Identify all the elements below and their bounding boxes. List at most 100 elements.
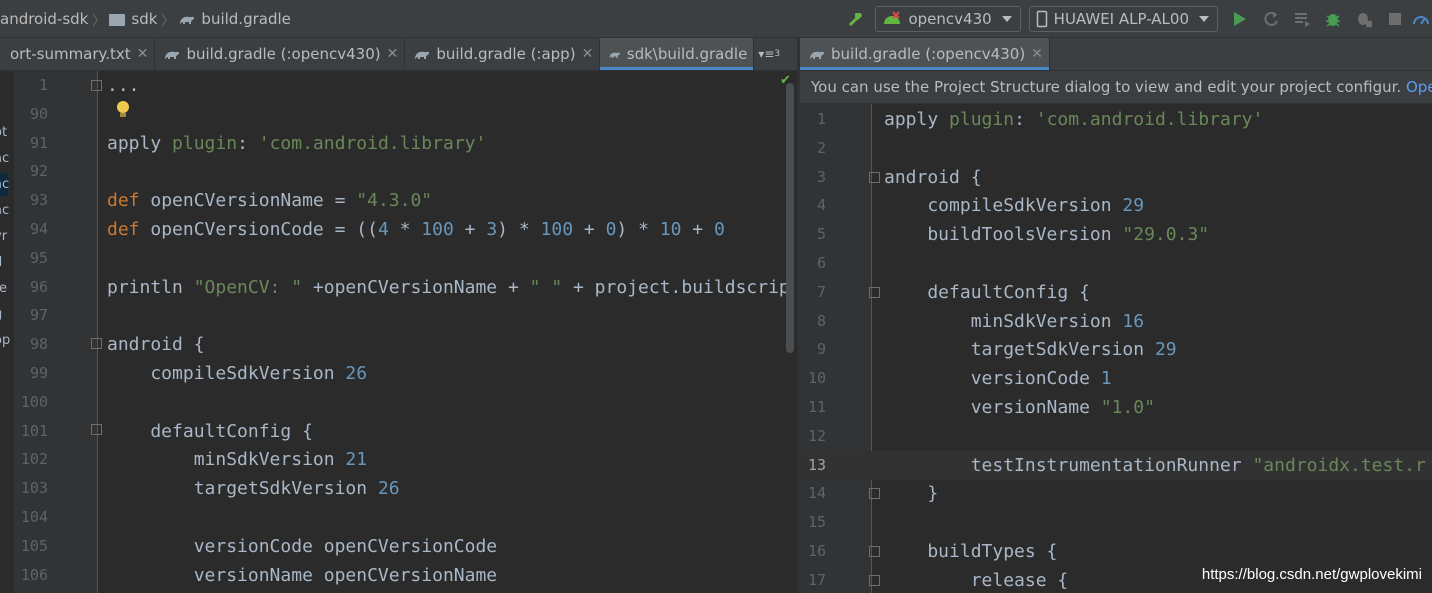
line-number: 2 — [816, 138, 826, 157]
fold-icon[interactable] — [91, 338, 102, 349]
tab-build-gradle-opencv-right[interactable]: build.gradle (:opencv430) ✕ — [800, 38, 1050, 70]
code-line[interactable]: 94 def openCVersionCode = ((4 * 100 + 3) … — [0, 215, 797, 244]
code-line[interactable]: 9 targetSdkVersion 29 — [800, 335, 1432, 364]
editor-right[interactable]: You can use the Project Structure dialog… — [800, 71, 1432, 593]
close-icon[interactable]: ✕ — [582, 46, 594, 62]
fold-icon[interactable] — [869, 546, 880, 557]
code-token: +openCVersionName + — [302, 276, 530, 298]
close-icon[interactable]: ✕ — [1031, 46, 1043, 62]
line-number: 14 — [807, 484, 826, 503]
main-toolbar: android-sdk 〉 sdk 〉 build.gradle opencv4… — [0, 0, 1432, 38]
code-line[interactable]: 3 android { — [800, 163, 1432, 192]
tab-overflow-button[interactable]: ▾≡ 3 — [754, 38, 784, 70]
code-token: release { — [884, 569, 1069, 591]
code-line[interactable]: 98 android { — [0, 330, 797, 359]
code-token: versionCode openCVersionCode — [107, 535, 498, 557]
attach-debugger-icon[interactable] — [1348, 0, 1379, 38]
code-line[interactable]: 8 minSdkVersion 16 — [800, 307, 1432, 336]
code-token: "1.0" — [1100, 397, 1155, 418]
apply-changes-icon[interactable] — [1255, 0, 1286, 38]
code-token: openCVersionCode = (( — [150, 219, 378, 240]
code-line[interactable]: 5 buildToolsVersion "29.0.3" — [800, 220, 1432, 249]
fold-icon[interactable] — [869, 172, 880, 183]
code-line[interactable]: 100 — [0, 388, 797, 417]
code-line[interactable]: 96 println "OpenCV: " +openCVersionName +… — [0, 273, 797, 302]
editor-left[interactable]: otacacacvrdregop 1...9091apply plugin: '… — [0, 71, 797, 593]
sync-gauge-icon[interactable] — [1410, 0, 1432, 38]
code-line[interactable]: 97 — [0, 301, 797, 330]
debug-icon[interactable] — [1317, 0, 1348, 38]
code-line[interactable]: 101 defaultConfig { — [0, 417, 797, 446]
code-text: compileSdkVersion 29 — [884, 191, 1144, 220]
code-line[interactable]: 2 — [800, 134, 1432, 163]
code-line[interactable]: 12 — [800, 422, 1432, 451]
line-number: 90 — [29, 104, 48, 123]
fold-icon[interactable] — [869, 575, 880, 586]
line-number: 98 — [29, 335, 48, 354]
code-text: android { — [107, 330, 205, 359]
device-select[interactable]: HUAWEI ALP-AL00 — [1028, 6, 1218, 32]
line-number: 99 — [29, 364, 48, 382]
line-number: 93 — [29, 191, 48, 210]
build-hammer-icon[interactable] — [840, 0, 871, 38]
line-number: 1 — [38, 76, 48, 94]
vertical-scrollbar[interactable] — [786, 83, 794, 353]
code-line[interactable]: 102 minSdkVersion 21 — [0, 445, 797, 474]
code-line[interactable]: 92 — [0, 157, 797, 186]
code-line[interactable]: 7 defaultConfig { — [800, 278, 1432, 307]
code-token: 26 — [377, 478, 400, 500]
line-number: 96 — [29, 277, 48, 296]
lightbulb-icon[interactable] — [116, 100, 130, 120]
line-number: 3 — [816, 167, 826, 186]
banner-open-link[interactable]: Open — [1406, 78, 1432, 96]
line-number: 1 — [816, 110, 826, 128]
tab-sdk-build-gradle[interactable]: sdk\build.gradle — [600, 38, 755, 70]
run-icon[interactable] — [1224, 0, 1255, 38]
close-icon[interactable]: ✕ — [137, 46, 149, 62]
breadcrumb-item-file[interactable]: build.gradle — [201, 10, 290, 28]
code-line[interactable]: 105 versionCode openCVersionCode — [0, 532, 797, 561]
code-token: 1 — [1100, 368, 1112, 390]
code-line[interactable]: 1 apply plugin: 'com.android.library' — [800, 105, 1432, 134]
line-number: 92 — [29, 162, 48, 181]
tab-build-gradle-opencv[interactable]: build.gradle (:opencv430) ✕ — [155, 38, 406, 70]
tab-overflow-count: 3 — [774, 49, 781, 59]
code-token: compileSdkVersion — [884, 195, 1123, 217]
fold-icon[interactable] — [91, 424, 102, 435]
code-line[interactable]: 16 buildTypes { — [800, 537, 1432, 566]
code-line[interactable]: 13 testInstrumentationRunner "androidx.t… — [800, 450, 1432, 480]
code-line[interactable]: 91 apply plugin: 'com.android.library' — [0, 129, 797, 158]
code-line[interactable]: 14 } — [800, 479, 1432, 508]
chevron-down-icon — [1001, 16, 1012, 22]
code-text: compileSdkVersion 26 — [107, 359, 367, 388]
code-line[interactable]: 11 versionName "1.0" — [800, 393, 1432, 422]
code-line[interactable]: 1... — [0, 71, 797, 100]
code-line[interactable]: 4 compileSdkVersion 29 — [800, 191, 1432, 220]
breadcrumb-item-sdk[interactable]: sdk — [131, 10, 157, 28]
apply-code-changes-icon[interactable] — [1286, 0, 1317, 38]
code-line[interactable]: 15 — [800, 508, 1432, 537]
code-line[interactable]: 95 — [0, 244, 797, 273]
code-line[interactable]: 104 — [0, 503, 797, 532]
code-token: testInstrumentationRunner — [884, 454, 1253, 476]
stop-icon[interactable] — [1379, 0, 1410, 38]
code-line[interactable]: 6 — [800, 249, 1432, 278]
code-token: apply — [107, 132, 173, 154]
tab-report-summary[interactable]: ort-summary.txt ✕ — [0, 38, 156, 70]
code-token: : — [1014, 109, 1036, 130]
fold-icon[interactable] — [91, 80, 102, 91]
code-line[interactable]: 106 versionName openCVersionName — [0, 561, 797, 590]
tab-build-gradle-app[interactable]: build.gradle (:app) ✕ — [405, 38, 601, 70]
code-line[interactable]: 10 versionCode 1 — [800, 364, 1432, 393]
fold-icon[interactable] — [869, 488, 880, 499]
code-text: minSdkVersion 21 — [107, 445, 367, 474]
folder-icon — [109, 14, 126, 26]
close-icon[interactable]: ✕ — [387, 46, 399, 62]
fold-icon[interactable] — [869, 287, 880, 298]
breadcrumb-item-root[interactable]: android-sdk — [0, 10, 88, 28]
code-line[interactable]: 93 def openCVersionName = "4.3.0" — [0, 186, 797, 215]
code-line[interactable]: 103 targetSdkVersion 26 — [0, 474, 797, 503]
run-config-select[interactable]: opencv430 — [875, 6, 1021, 32]
code-token: plugin — [949, 109, 1015, 130]
code-line[interactable]: 99 compileSdkVersion 26 — [0, 359, 797, 388]
